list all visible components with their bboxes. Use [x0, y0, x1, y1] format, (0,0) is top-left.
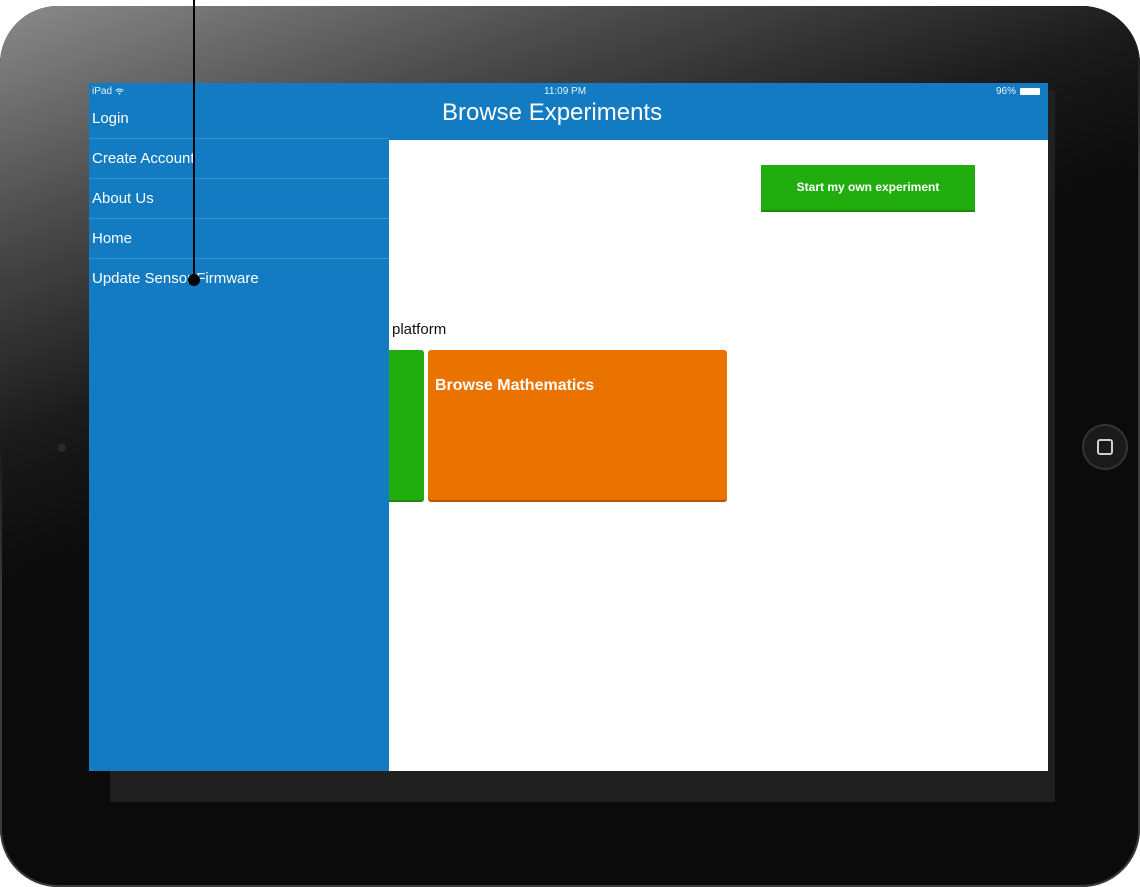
browse-mathematics-label: Browse Mathematics: [435, 377, 595, 394]
battery-icon: [1020, 88, 1040, 95]
screen: iPad Login Create Account About Us Home …: [89, 83, 1048, 771]
category-tile-partial[interactable]: [389, 350, 424, 500]
browse-mathematics-tile[interactable]: Browse Mathematics: [428, 350, 727, 500]
sidebar-item-about-us[interactable]: About Us: [89, 179, 389, 219]
sidebar-item-create-account[interactable]: Create Account: [89, 139, 389, 179]
annotation-pointer-dot: [188, 274, 200, 286]
wifi-icon: [114, 86, 124, 97]
status-device: iPad: [92, 86, 124, 97]
main-content: 11:09 PM 96% Browse Experiments Start my…: [389, 83, 1048, 771]
start-experiment-button[interactable]: Start my own experiment: [761, 165, 975, 210]
sidebar-item-home[interactable]: Home: [89, 219, 389, 259]
sidebar-item-login[interactable]: Login: [89, 99, 389, 139]
annotation-pointer-line: [193, 0, 195, 279]
navigation-bar: 11:09 PM 96% Browse Experiments: [389, 83, 1048, 140]
home-button[interactable]: [1082, 424, 1128, 470]
home-button-icon: [1097, 439, 1113, 455]
page-title: Browse Experiments: [442, 99, 663, 126]
camera-icon: [58, 444, 66, 452]
platform-label: platform: [392, 321, 447, 338]
sidebar-item-update-sensor-firmware[interactable]: Update Sensor Firmware: [89, 259, 389, 299]
status-battery: 96%: [996, 86, 1040, 97]
sidebar-menu-list: Login Create Account About Us Home Updat…: [89, 99, 389, 299]
status-time: 11:09 PM: [544, 86, 587, 97]
sidebar-menu: iPad Login Create Account About Us Home …: [89, 83, 389, 771]
